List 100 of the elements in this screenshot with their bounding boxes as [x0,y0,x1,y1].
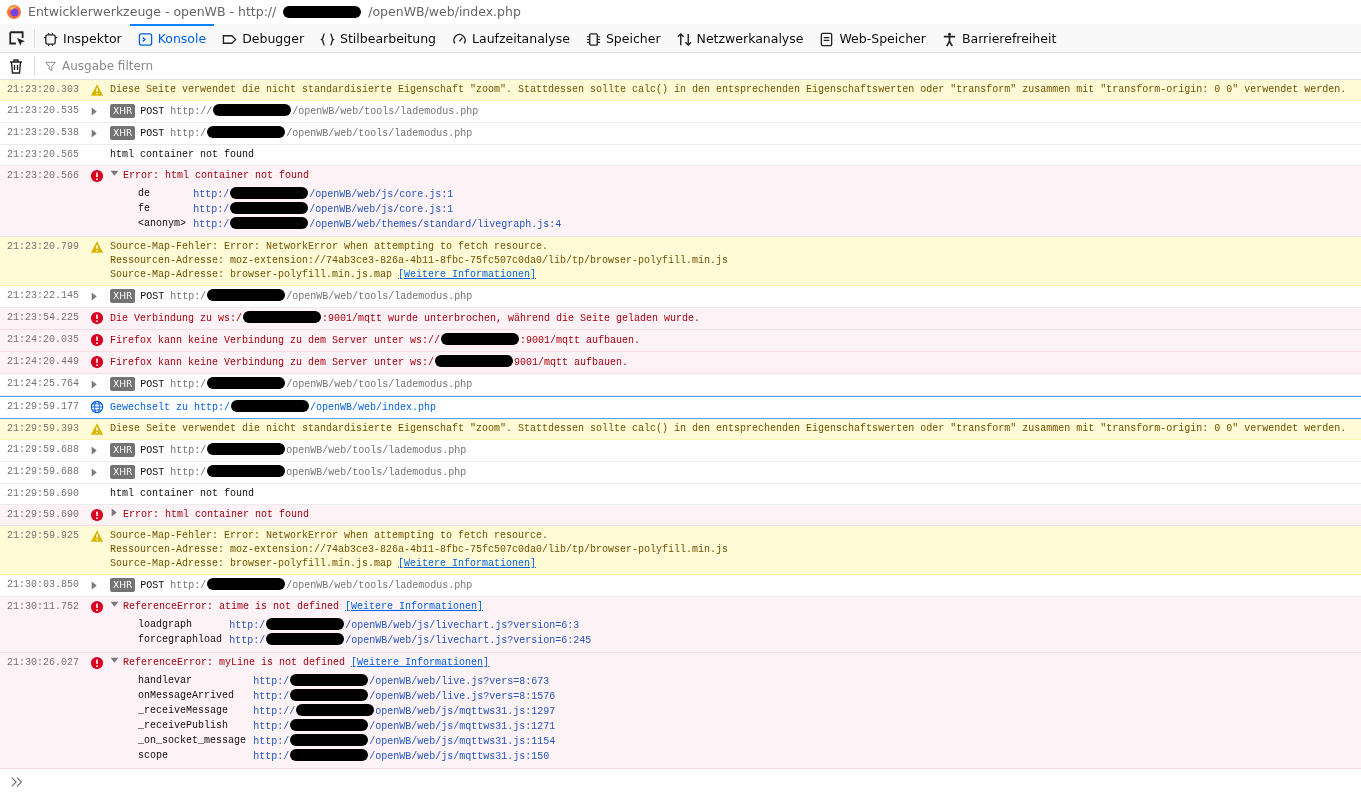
expand-toggle[interactable] [90,446,99,455]
filter-field[interactable]: Ausgabe filtern [60,56,320,76]
window-title: /openWB/web/index.php [368,2,521,21]
globe-icon [90,400,104,414]
message-text: Error: html container not found [123,170,310,181]
xhr-badge: XHR [110,578,136,592]
http-method: POST [140,467,165,478]
error-icon [90,600,104,614]
info-link[interactable]: [Weitere Informationen] [398,558,537,569]
expand-toggle[interactable] [90,380,99,389]
warning-icon [90,83,104,97]
function-name: scope [138,749,169,763]
url-text: http:/ [193,219,230,230]
message-text: Firefox kann keine Verbindung zu dem Server unter ws:/ [110,357,435,368]
devtools-tab[interactable]: Barrierefreiheit [933,24,1065,52]
braces-icon [320,31,336,47]
expand-toggle[interactable] [90,292,99,301]
xhr-badge: XHR [110,126,136,140]
console-icon [137,31,153,47]
timestamp: 21:24:25.764 [7,377,80,391]
url-text: http:/ [229,620,266,631]
warning-icon [90,240,104,254]
message-text: html container not found [110,149,255,160]
url-text: openWB/web/tools/lademodus.php [286,445,467,456]
devtools-tab[interactable]: Netzwerkanalyse [668,24,812,52]
http-method: POST [140,128,165,139]
message-text: :9001/mqtt aufbauen. [520,335,641,346]
url-text: /openWB/web/themes/standard/livegraph.js:4 [309,219,562,230]
function-name: loadgraph [138,618,193,632]
person-icon [941,31,957,47]
http-method: POST [140,291,165,302]
function-name: fe [138,202,151,216]
expand-toggle[interactable] [90,468,99,477]
xhr-badge: XHR [110,377,136,391]
message-text: Source-Map-Adresse: browser-polyfill.min.js.map [110,558,393,569]
devtools-tab[interactable]: Konsole [129,24,215,52]
url-text: http:/ [253,751,290,762]
url-text: http:/ [193,204,230,215]
timestamp: 21:30:03.850 [7,578,80,592]
devtools-tab[interactable]: Inspektor [35,24,130,52]
timestamp: 21:29:59.688 [7,443,80,457]
timestamp: 21:23:20.538 [7,126,80,140]
expand-toggle[interactable] [110,508,119,517]
url-text: /openWB/web/tools/lademodus.php [286,379,473,390]
http-method: POST [140,445,165,456]
expand-toggle[interactable] [90,107,99,116]
devtools-tab[interactable]: Web-Speicher [811,24,934,52]
message-text: html container not found [110,488,255,499]
message-text: Diese Seite verwendet die nicht standardisierte Eigenschaft "zoom". Stattdessen sollte calc() in den entsprechenden Eigenschaftswerten oder "transform" zusammen mit "transform-origin: 0 0" verwendet werden. [110,423,1347,434]
function-name: _receivePublish [138,719,229,733]
memory-icon [585,31,601,47]
expand-toggle[interactable] [110,600,119,609]
devtools-tab[interactable]: Debugger [214,24,313,52]
url-text: http:/ [170,291,207,302]
message-text: ReferenceError: atime is not defined [123,601,340,612]
url-text: http:/ [193,189,230,200]
function-name: _receiveMessage [138,704,229,718]
url-text: /openWB/web/live.js?vers=8:673 [369,676,550,687]
expand-toggle[interactable] [110,169,119,178]
message-text: Source-Map-Adresse: browser-polyfill.min.js.map [110,269,393,280]
url-text: http:/ [253,676,290,687]
url-text: /openWB/web/js/core.js:1 [309,189,454,200]
message-text: 9001/mqtt aufbauen. [514,357,629,368]
timestamp: 21:30:26.027 [7,656,80,670]
url-text: http:/ [170,445,207,456]
message-text: Source-Map-Fehler: Error: NetworkError when attempting to fetch resource. [110,530,549,541]
expand-toggle[interactable] [90,581,99,590]
url-text: /openWB/web/tools/lademodus.php [286,580,473,591]
info-link[interactable]: [Weitere Informationen] [351,657,490,668]
timestamp: 21:29:59.690 [7,508,80,522]
message-text: Firefox kann keine Verbindung zu dem Server unter ws:// [110,335,441,346]
function-name: <anonym> [138,217,186,231]
document-icon [819,31,835,47]
window-title: Entwicklerwerkzeuge - openWB - http:// [28,2,277,21]
message-text: Error: html container not found [123,509,310,520]
expand-toggle[interactable] [110,656,119,665]
function-name: handlevar [138,674,193,688]
timestamp: 21:29:59.690 [7,487,80,501]
url-text: /openWB/web/tools/lademodus.php [286,128,473,139]
url-text: http:/ [170,128,207,139]
info-link[interactable]: [Weitere Informationen] [345,601,484,612]
message-text: Source-Map-Fehler: Error: NetworkError when attempting to fetch resource. [110,241,549,252]
devtools-tab[interactable]: Speicher [577,24,669,52]
expand-toggle[interactable] [90,129,99,138]
url-text: http:// [253,706,296,717]
url-text: /openWB/web/js/mqttws31.js:1154 [369,736,556,747]
url-text: /openWB/web/js/core.js:1 [309,204,454,215]
info-link[interactable]: [Weitere Informationen] [398,269,537,280]
url-text: http:// [170,106,213,117]
timestamp: 21:23:20.303 [7,83,80,97]
devtools-tab[interactable]: Stilbearbeitung [312,24,444,52]
url-text: /openWB/web/tools/lademodus.php [286,291,473,302]
browser-logo-icon [6,4,22,20]
devtools-tab[interactable]: Laufzeitanalyse [444,24,578,52]
cursor-icon [8,30,26,48]
http-method: POST [140,379,165,390]
xhr-badge: XHR [110,104,136,118]
url-text: http:/ [170,379,207,390]
url-text: openWB/web/js/mqttws31.js:1297 [375,706,556,717]
timestamp: 21:23:20.565 [7,148,80,162]
